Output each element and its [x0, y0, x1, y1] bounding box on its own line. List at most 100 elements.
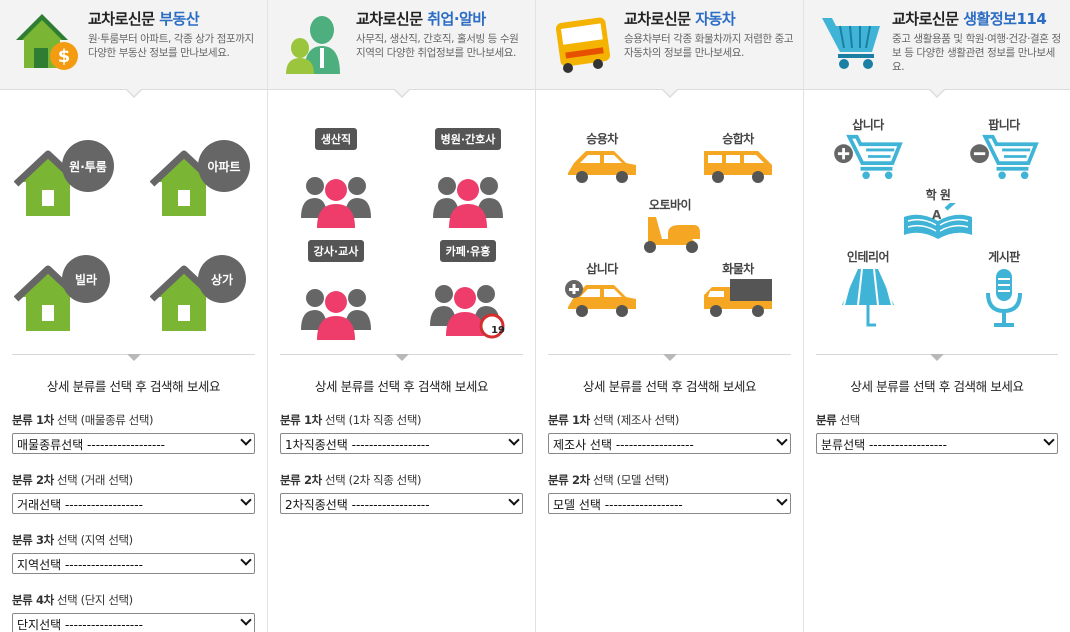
search-form: 상세 분류를 선택 후 검색해 보세요 분류 1차 선택 (1차 직종 선택) … [280, 376, 523, 532]
filter-field-2: 분류 2차 선택 (모델 선택) 모델 선택 -----------------… [548, 472, 791, 514]
category-select[interactable]: 분류선택 ------------------ [816, 433, 1058, 454]
field-label: 선택 [836, 413, 861, 427]
category-truck[interactable]: 화물차 [688, 260, 788, 324]
category-label: 카페·유흥 [439, 240, 497, 262]
category-van[interactable]: 승합차 [688, 130, 788, 190]
filter-field-1: 분류 1차 선택 (제조사 선택) 제조사 선택 ---------------… [548, 412, 791, 454]
category-villa[interactable]: 빌라 [4, 235, 110, 335]
microphone-icon [986, 269, 1022, 327]
category-grid: 삽니다 팝니다 A 학 원 인테리어 게시판 [804, 90, 1070, 350]
chevron-down-icon [240, 434, 252, 446]
category-select[interactable]: 매물종류선택 ------------------ [12, 433, 255, 454]
job-type1-select[interactable]: 1차직종선택 ------------------ [280, 433, 523, 454]
section-cars: 교차로신문 자동차 승용차부터 각종 화물차까지 저렴한 중고 자동차의 정보를… [536, 0, 804, 632]
field-label: 선택 (단지 선택) [53, 593, 133, 607]
section-description: 사무직, 생산직, 간호직, 홀서빙 등 수원지역의 다양한 취업정보를 만나보… [356, 33, 519, 59]
search-form: 상세 분류를 선택 후 검색해 보세요 분류 1차 선택 (제조사 선택) 제조… [548, 376, 791, 532]
field-label-strong: 분류 1차 [280, 413, 322, 427]
maker-select[interactable]: 제조사 선택 ------------------ [548, 433, 791, 454]
chevron-down-icon [1043, 434, 1055, 446]
category-hospital-nurse[interactable]: 병원·간호사 [418, 128, 518, 228]
field-label-strong: 분류 1차 [548, 413, 590, 427]
category-store[interactable]: 상가 [140, 235, 246, 335]
job-type2-select[interactable]: 2차직종선택 ------------------ [280, 493, 523, 514]
filter-field-1: 분류 선택 분류선택 ------------------ [816, 412, 1058, 454]
category-label: 인테리어 [846, 250, 890, 264]
category-label: 삽니다 [852, 118, 884, 132]
field-label: 선택 (제조사 선택) [589, 413, 679, 427]
chevron-down-icon [776, 434, 788, 446]
category-interior[interactable]: 인테리어 [818, 248, 918, 330]
category-label: 병원·간호사 [434, 128, 502, 150]
chevron-down-icon [240, 554, 252, 566]
section-description: 중고 생활용품 및 학원·여행·건강·결혼 정보 등 다양한 생활관련 정보를 … [892, 33, 1061, 73]
category-production[interactable]: 생산직 [286, 128, 386, 228]
category-sell[interactable]: 팝니다 [954, 116, 1054, 180]
section-description: 승용차부터 각종 화물차까지 저렴한 중고 자동차의 정보를 만나보세요. [624, 33, 794, 59]
bus-icon [550, 10, 616, 76]
category-label: 승용차 [586, 132, 618, 146]
field-label: 선택 (2차 직종 선택) [321, 473, 422, 487]
category-motorbike[interactable]: 오토바이 [620, 196, 720, 260]
category-cafe-entertainment[interactable]: 카페·유흥 19 [418, 240, 518, 340]
model-select[interactable]: 모델 선택 ------------------ [548, 493, 791, 514]
filter-field-4: 분류 4차 선택 (단지 선택) 단지선택 ------------------ [12, 592, 255, 632]
category-board[interactable]: 게시판 [954, 248, 1054, 330]
filter-field-2: 분류 2차 선택 (2차 직종 선택) 2차직종선택 -------------… [280, 472, 523, 514]
category-buy[interactable]: 삽니다 [818, 116, 918, 180]
section-title: 교차로신문 생활정보114 [892, 10, 1062, 28]
category-label: 팝니다 [988, 118, 1020, 132]
category-academy[interactable]: A 학 원 [888, 186, 988, 242]
field-label: 선택 (매물종류 선택) [53, 413, 154, 427]
chevron-down-icon [508, 494, 520, 506]
category-teacher[interactable]: 강사·교사 [286, 240, 386, 340]
complex-select[interactable]: 단지선택 ------------------ [12, 613, 255, 632]
category-oneroom[interactable]: 원·투룸 [4, 120, 114, 220]
category-apartment[interactable]: 아파트 [140, 120, 250, 220]
field-label-strong: 분류 2차 [548, 473, 590, 487]
category-grid: 원·투룸 아파트 빌라 상가 [0, 90, 267, 350]
field-label-strong: 분류 4차 [12, 593, 54, 607]
search-guide: 상세 분류를 선택 후 검색해 보세요 [582, 379, 757, 394]
field-label: 선택 (1차 직종 선택) [321, 413, 422, 427]
people-icon [282, 10, 348, 76]
svg-text:A: A [932, 208, 942, 222]
category-sedan[interactable]: 승용차 [552, 130, 652, 190]
svg-text:$: $ [58, 46, 71, 67]
filter-field-1: 분류 1차 선택 (1차 직종 선택) 1차직종선택 -------------… [280, 412, 523, 454]
category-label: 강사·교사 [307, 240, 365, 262]
title-highlight: 취업·알바 [427, 10, 486, 28]
select-value: 거래선택 ------------------ [17, 498, 143, 512]
people-group-icon [301, 289, 371, 340]
deal-select[interactable]: 거래선택 ------------------ [12, 493, 255, 514]
field-label: 선택 (지역 선택) [53, 533, 133, 547]
category-label: 생산직 [314, 128, 358, 150]
select-value: 1차직종선택 ------------------ [285, 438, 430, 452]
car-icon [568, 151, 636, 183]
select-value: 모델 선택 ------------------ [553, 498, 683, 512]
section-jobs: 교차로신문 취업·알바 사무직, 생산직, 간호직, 홀서빙 등 수원지역의 다… [268, 0, 536, 632]
category-car-buy[interactable]: 삽니다 [552, 260, 652, 324]
field-label-strong: 분류 1차 [12, 413, 54, 427]
van-icon [704, 151, 772, 183]
field-label: 선택 (거래 선택) [53, 473, 133, 487]
title-highlight: 부동산 [159, 10, 200, 28]
search-form: 상세 분류를 선택 후 검색해 보세요 분류 선택 분류선택 ---------… [816, 376, 1058, 472]
category-label: 학 원 [925, 188, 951, 202]
field-label: 선택 (모델 선택) [589, 473, 669, 487]
region-select[interactable]: 지역선택 ------------------ [12, 553, 255, 574]
category-label: 빌라 [62, 255, 110, 303]
category-label: 화물차 [722, 262, 754, 276]
select-value: 제조사 선택 ------------------ [553, 438, 694, 452]
section-title: 교차로신문 자동차 [624, 10, 795, 28]
section-header: 교차로신문 취업·알바 사무직, 생산직, 간호직, 홀서빙 등 수원지역의 다… [268, 0, 535, 98]
category-label: 오토바이 [648, 198, 692, 212]
section-title: 교차로신문 부동산 [88, 10, 259, 28]
title-prefix: 교차로신문 [356, 10, 423, 28]
category-grid: 생산직 병원·간호사 강사·교사 카페·유흥 19 [268, 90, 535, 350]
search-guide: 상세 분류를 선택 후 검색해 보세요 [314, 379, 489, 394]
book-icon: A [904, 203, 972, 239]
select-value: 2차직종선택 ------------------ [285, 498, 430, 512]
category-label: 상가 [198, 255, 246, 303]
title-highlight: 생활정보114 [963, 10, 1047, 28]
